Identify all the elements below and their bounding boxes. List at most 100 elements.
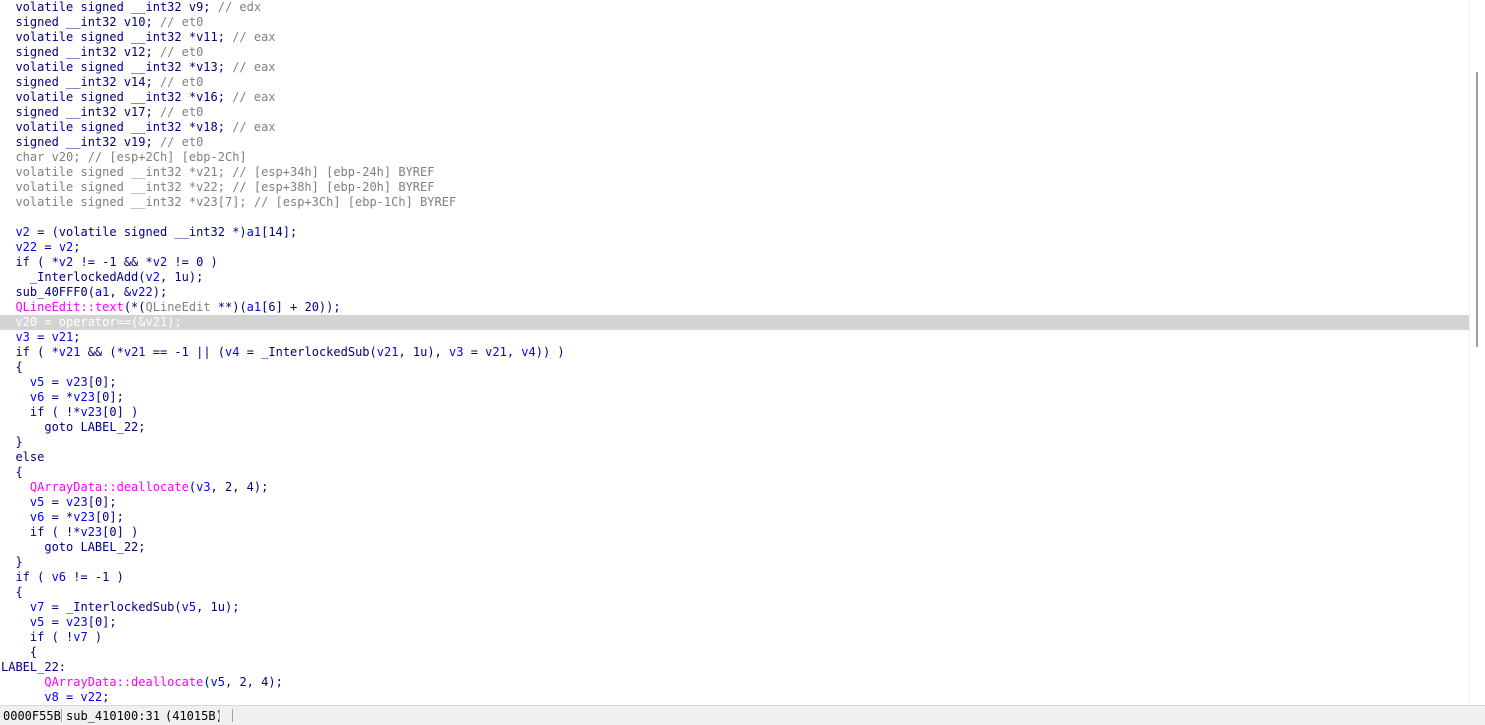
variable-token: v21 [376,345,399,359]
code-line[interactable]: if ( *v2 != -1 && *v2 != 0 ) [0,255,1469,270]
code-text: = (volatile signed __int32 *) [29,225,247,239]
variable-token: v4 [225,345,240,359]
code-line[interactable]: if ( !*v23[0] ) [0,405,1469,420]
code-line[interactable]: volatile signed __int32 *v16; // eax [0,90,1469,105]
variable-token: v6 [51,570,67,584]
code-line[interactable]: v5 = v23[0]; [0,375,1469,390]
variable-token: v3 [449,345,464,359]
code-text: LABEL_22: [1,660,67,674]
code-line[interactable]: v6 = *v23[0]; [0,390,1469,405]
code-line[interactable]: goto LABEL_22; [0,540,1469,555]
code-text: , & [109,285,132,299]
code-text: && (* [80,345,124,359]
code-text: != -1 ) [66,570,124,584]
variable-token: v6 [29,390,45,404]
code-line[interactable]: volatile signed __int32 *v13; // eax [0,60,1469,75]
comment-text: // et0 [159,45,204,59]
code-line[interactable]: QArrayData::deallocate(v3, 2, 4); [0,480,1469,495]
code-text: , [506,345,522,359]
code-line[interactable]: { [0,360,1469,375]
code-text: [0]; [87,375,117,389]
code-line[interactable] [0,210,1469,225]
code-text: = _InterlockedSub( [44,600,182,614]
code-text: = [44,615,67,629]
pseudocode-view[interactable]: volatile signed __int32 v9; // edx signe… [0,0,1469,705]
comment-text: char v20; // [esp+2Ch] [ebp-2Ch] [1,150,247,164]
code-line[interactable]: } [0,555,1469,570]
code-line[interactable]: v6 = *v23[0]; [0,510,1469,525]
code-line[interactable]: if ( *v21 && (*v21 == -1 || (v4 = _Inter… [0,345,1469,360]
code-line[interactable]: { [0,645,1469,660]
code-text: = _InterlockedSub( [239,345,377,359]
code-text: signed __int32 v19; [1,135,160,149]
code-line[interactable]: signed __int32 v19; // et0 [0,135,1469,150]
variable-token: v3 [196,480,211,494]
code-line[interactable]: QArrayData::deallocate(v5, 2, 4); [0,675,1469,690]
code-line[interactable]: volatile signed __int32 v9; // edx [0,0,1469,15]
code-line[interactable]: signed __int32 v14; // et0 [0,75,1469,90]
code-text: if ( * [1,255,59,269]
code-line[interactable]: v22 = v2; [0,240,1469,255]
code-text: [0]; [94,390,124,404]
variable-token: a1 [246,300,262,314]
code-line[interactable]: char v20; // [esp+2Ch] [ebp-2Ch] [0,150,1469,165]
code-text: goto LABEL_22; [1,420,146,434]
code-line[interactable]: volatile signed __int32 *v11; // eax [0,30,1469,45]
code-line[interactable]: signed __int32 v17; // et0 [0,105,1469,120]
comment-text: // eax [232,60,276,74]
code-text: , 2, 4); [210,480,269,494]
code-line[interactable]: { [0,585,1469,600]
code-text: volatile signed __int32 *v16; [1,90,233,104]
code-text: , 2, 4); [225,675,283,689]
code-line[interactable]: QLineEdit::text(*(QLineEdit **)(a1[6] + … [0,300,1469,315]
variable-token: v8 [44,690,59,704]
code-line[interactable]: volatile signed __int32 *v18; // eax [0,120,1469,135]
variable-token: v22 [15,240,38,254]
code-text: signed __int32 v12; [1,45,160,59]
code-line[interactable]: signed __int32 v12; // et0 [0,45,1469,60]
code-text: volatile signed __int32 *v18; [1,120,233,134]
code-line[interactable]: if ( !v7 ) [0,630,1469,645]
code-line[interactable]: if ( !*v23[0] ) [0,525,1469,540]
code-line[interactable]: signed __int32 v10; // et0 [0,15,1469,30]
code-line[interactable]: v2 = (volatile signed __int32 *)a1[14]; [0,225,1469,240]
code-text: if ( * [1,345,59,359]
code-line[interactable]: volatile signed __int32 *v23[7]; // [esp… [0,195,1469,210]
variable-token: v21 [123,345,146,359]
code-line[interactable]: volatile signed __int32 *v21; // [esp+34… [0,165,1469,180]
code-text: v20 = operator==(&v21); [1,315,182,329]
code-text: = [44,375,67,389]
code-text: [0]; [87,495,117,509]
vertical-scrollbar[interactable] [1469,0,1485,705]
code-line-current[interactable]: v20 = operator==(&v21); [0,315,1469,330]
code-line[interactable]: v5 = v23[0]; [0,495,1469,510]
code-line[interactable]: v5 = v23[0]; [0,615,1469,630]
code-text: if ( !* [1,405,81,419]
code-line[interactable]: else [0,450,1469,465]
code-line[interactable]: v3 = v21; [0,330,1469,345]
variable-token: v5 [29,375,45,389]
code-line[interactable]: volatile signed __int32 *v22; // [esp+38… [0,180,1469,195]
code-line[interactable]: LABEL_22: [0,660,1469,675]
code-text: ( [188,480,197,494]
code-line[interactable]: { [0,465,1469,480]
code-text: [0]; [87,615,117,629]
code-text: ; [102,690,110,704]
code-line[interactable]: _InterlockedAdd(v2, 1u); [0,270,1469,285]
code-text: sub_40FFF0( [1,285,95,299]
code-line[interactable]: } [0,435,1469,450]
scrollbar-thumb[interactable] [1476,72,1478,347]
code-text: )) ) [535,345,565,359]
code-text: ( [203,675,211,689]
code-line[interactable]: sub_40FFF0(a1, &v22); [0,285,1469,300]
code-text: = * [44,390,74,404]
code-line[interactable]: if ( v6 != -1 ) [0,570,1469,585]
code-line[interactable]: v8 = v22; [0,690,1469,705]
code-line[interactable]: v7 = _InterlockedSub(v5, 1u); [0,600,1469,615]
code-line[interactable]: goto LABEL_22; [0,420,1469,435]
